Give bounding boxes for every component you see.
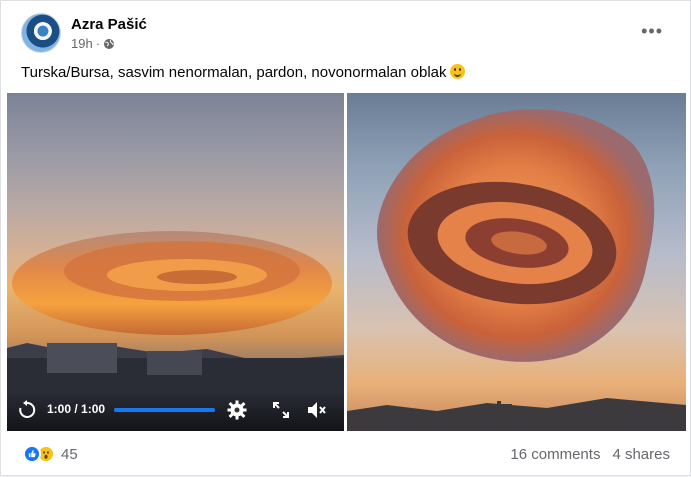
cloud-photo[interactable] xyxy=(347,93,686,431)
post-time[interactable]: 19h xyxy=(71,36,93,51)
post-stats: 16 comments 4 shares xyxy=(510,446,670,463)
mute-icon[interactable] xyxy=(305,399,327,421)
video-frame-image xyxy=(7,231,344,431)
smile-emoji-icon xyxy=(449,64,465,79)
fullscreen-icon[interactable] xyxy=(270,399,292,421)
post-card: Azra Pašić 19h · ••• Turska/Bursa, sasvi… xyxy=(0,0,691,476)
settings-icon[interactable] xyxy=(226,399,248,421)
shares-count[interactable]: 4 shares xyxy=(612,446,670,463)
like-icon xyxy=(23,445,41,463)
post-header: Azra Pašić 19h · ••• xyxy=(21,13,671,57)
video-progress-fill xyxy=(114,408,215,412)
video-player[interactable]: 1:00 / 1:00 xyxy=(7,93,344,431)
caption-text: Turska/Bursa, sasvim nenormalan, pardon,… xyxy=(21,64,447,81)
reaction-count[interactable]: 45 xyxy=(61,446,78,463)
comments-count[interactable]: 16 comments xyxy=(510,446,600,463)
replay-icon[interactable] xyxy=(16,399,38,421)
post-footer: 45 16 comments 4 shares xyxy=(1,431,691,477)
author-name[interactable]: Azra Pašić xyxy=(71,16,147,33)
post-caption: Turska/Bursa, sasvim nenormalan, pardon,… xyxy=(21,64,465,81)
avatar[interactable] xyxy=(21,13,61,53)
more-options-icon[interactable]: ••• xyxy=(641,21,663,42)
cloud-photo-image xyxy=(347,109,686,431)
video-time: 1:00 / 1:00 xyxy=(47,402,106,416)
globe-icon xyxy=(104,38,115,49)
video-controls: 1:00 / 1:00 xyxy=(7,391,344,431)
reactions-summary[interactable]: 45 xyxy=(23,445,78,463)
post-meta: 19h · xyxy=(71,36,115,51)
video-progress-bar[interactable] xyxy=(114,408,215,412)
post-media: 1:00 / 1:00 xyxy=(7,93,686,431)
